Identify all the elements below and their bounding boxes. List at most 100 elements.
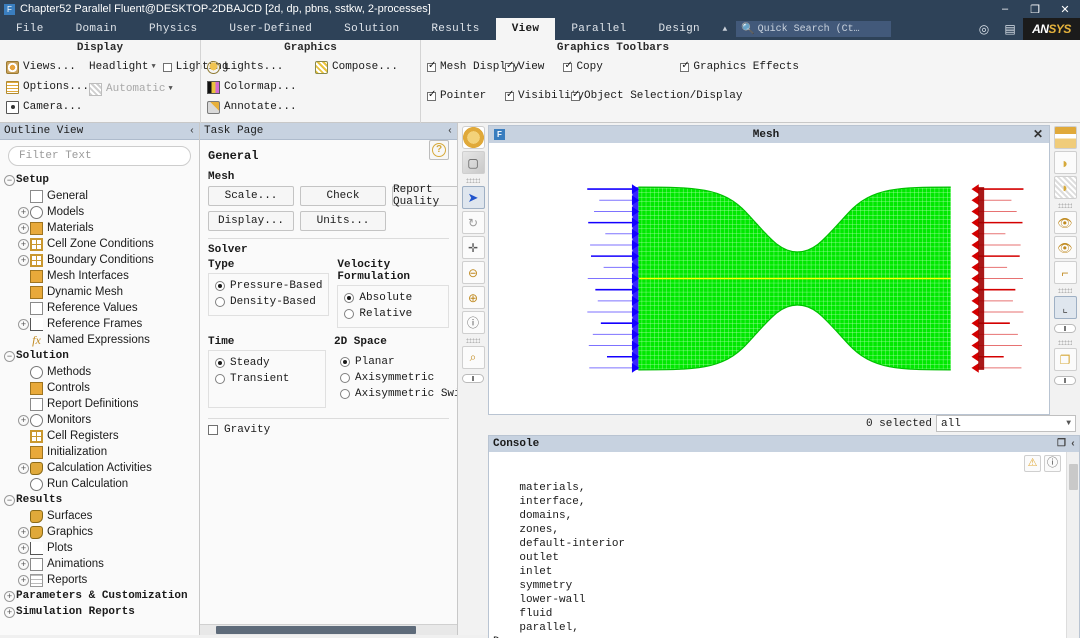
display-button[interactable]: Display... [208, 211, 294, 231]
zoom-in-icon[interactable]: ⊕ [461, 286, 485, 309]
tree-item-plots[interactable]: + Plots [0, 540, 199, 556]
tree-item-animations[interactable]: + Animations [0, 556, 199, 572]
tree-item-models[interactable]: + Models [0, 204, 199, 220]
layers-visibility-icon[interactable] [1053, 126, 1077, 149]
tree-item-initialization[interactable]: Initialization [0, 444, 199, 460]
toolbar-object-selection-checkbox[interactable]: Object Selection/Display [571, 86, 799, 106]
task-page-hscrollbar[interactable] [200, 624, 457, 635]
radio-transient[interactable]: Transient [215, 371, 319, 387]
warning-icon[interactable]: ⚠ [1024, 455, 1041, 472]
chevron-left-icon[interactable]: ‹ [447, 126, 453, 137]
chevron-left-icon[interactable]: ‹ [1070, 439, 1076, 450]
console-scrollbar[interactable]: ▲ [1066, 452, 1079, 638]
ribbon-views-button[interactable]: Views... [6, 57, 89, 77]
scrollbar-thumb[interactable] [1069, 464, 1078, 490]
toolbar-expander[interactable] [1054, 324, 1076, 333]
object-half-icon[interactable]: ◗ [1053, 151, 1077, 174]
expand-icon[interactable]: + [18, 526, 29, 538]
expand-icon[interactable]: + [18, 462, 29, 474]
mesh-display-icon[interactable] [461, 126, 485, 149]
radio-absolute[interactable]: Absolute [344, 290, 442, 306]
undock-icon[interactable]: ❐ [1057, 438, 1066, 450]
rotate-icon[interactable]: ↻ [461, 211, 485, 234]
chevron-left-icon[interactable]: ‹ [189, 126, 195, 137]
mesh-canvas[interactable] [489, 143, 1049, 414]
lighting-checkbox[interactable] [162, 62, 172, 72]
tab-view[interactable]: View [495, 18, 556, 40]
expand-icon[interactable]: + [18, 414, 29, 426]
cube-view-icon[interactable]: ▢ [461, 151, 485, 174]
scale-button[interactable]: Scale... [208, 186, 294, 206]
toolbar-graphics-effects-checkbox[interactable]: Graphics Effects [680, 57, 799, 77]
tab-user-defined[interactable]: User-Defined [213, 18, 328, 40]
tree-item-run-calculation[interactable]: Run Calculation [0, 476, 199, 492]
radio-axisymmetric[interactable]: Axisymmetric [340, 370, 457, 386]
tree-item-boundary-conditions[interactable]: + Boundary Conditions [0, 252, 199, 268]
tree-item-report-definitions[interactable]: Report Definitions [0, 396, 199, 412]
ribbon-headlight-label[interactable]: Headlight [89, 61, 148, 73]
tab-parallel[interactable]: Parallel [555, 18, 642, 40]
pan-icon[interactable]: ✛ [461, 236, 485, 259]
gravity-checkbox[interactable]: Gravity [208, 424, 449, 436]
hide-icon[interactable]: 👁 [1053, 236, 1077, 259]
tree-item-monitors[interactable]: + Monitors [0, 412, 199, 428]
tree-item-cell-registers[interactable]: Cell Registers [0, 428, 199, 444]
tree-item-materials[interactable]: + Materials [0, 220, 199, 236]
tab-domain[interactable]: Domain [60, 18, 133, 40]
tab-file[interactable]: File [0, 18, 60, 40]
expand-icon[interactable]: + [18, 574, 29, 586]
expand-icon[interactable]: + [18, 542, 29, 554]
tree-item-methods[interactable]: Methods [0, 364, 199, 380]
toolbar-copy-checkbox[interactable]: Copy [563, 57, 680, 77]
expand-icon[interactable]: + [4, 606, 15, 618]
expand-icon[interactable]: + [18, 206, 29, 218]
console-output[interactable]: materials, interface, domains, zones, de… [489, 452, 1079, 638]
toolbar-expander[interactable] [1054, 376, 1076, 385]
tab-physics[interactable]: Physics [133, 18, 213, 40]
expand-icon[interactable]: + [18, 222, 29, 234]
probe-info-icon[interactable]: ⓘ [461, 311, 485, 334]
notes-icon[interactable]: ▤ [997, 22, 1023, 37]
scrollbar-thumb[interactable] [216, 626, 416, 634]
ribbon-camera-button[interactable]: Camera... [6, 97, 89, 117]
minimize-button[interactable]: – [990, 0, 1020, 18]
toolbar-grip[interactable] [1058, 340, 1072, 345]
tree-item-reports[interactable]: + Reports [0, 572, 199, 588]
bounds-icon[interactable]: ⌐ [1053, 261, 1077, 284]
tree-item-setup[interactable]: − Setup [0, 172, 199, 188]
expand-icon[interactable]: + [18, 254, 29, 266]
tree-item-named-expressions[interactable]: fx Named Expressions [0, 332, 199, 348]
expand-icon[interactable]: + [18, 238, 29, 250]
tree-item-surfaces[interactable]: Surfaces [0, 508, 199, 524]
tree-item-reference-values[interactable]: Reference Values [0, 300, 199, 316]
chevron-down-icon[interactable]: ▼ [151, 63, 155, 71]
zoom-to-fit-icon[interactable]: ⌕ [461, 346, 485, 369]
report-quality-button[interactable]: Report Quality [392, 184, 457, 208]
tree-item-calculation-activities[interactable]: + Calculation Activities [0, 460, 199, 476]
tree-item-parameters-customization[interactable]: + Parameters & Customization [0, 588, 199, 604]
collapse-icon[interactable]: − [4, 350, 15, 362]
radio-steady[interactable]: Steady [215, 355, 319, 371]
radio-density-based[interactable]: Density-Based [215, 294, 322, 310]
toolbar-grip[interactable] [1058, 288, 1072, 293]
radio-axisymmetric-swirl[interactable]: Axisymmetric Swirl [340, 386, 457, 402]
radio-planar[interactable]: Planar [340, 354, 457, 370]
ribbon-lights-button[interactable]: Lights... [207, 57, 315, 77]
info-icon[interactable]: ⓘ [1044, 455, 1061, 472]
toolbar-view-checkbox[interactable]: View [505, 57, 563, 77]
ribbon-colormap-button[interactable]: Colormap... [207, 77, 315, 97]
help-question-icon[interactable]: ? [429, 140, 449, 160]
expand-icon[interactable]: + [4, 590, 15, 602]
tree-item-mesh-interfaces[interactable]: Mesh Interfaces [0, 268, 199, 284]
radio-relative[interactable]: Relative [344, 306, 442, 322]
tree-item-solution[interactable]: − Solution [0, 348, 199, 364]
check-button[interactable]: Check [300, 186, 386, 206]
toolbar-mesh-display-checkbox[interactable]: Mesh Display [427, 57, 519, 77]
tree-item-dynamic-mesh[interactable]: Dynamic Mesh [0, 284, 199, 300]
tree-item-results[interactable]: − Results [0, 492, 199, 508]
expand-icon[interactable]: + [18, 558, 29, 570]
tree-item-graphics[interactable]: + Graphics [0, 524, 199, 540]
toolbar-grip[interactable] [466, 178, 480, 183]
tree-item-reference-frames[interactable]: + Reference Frames [0, 316, 199, 332]
tab-results[interactable]: Results [415, 18, 495, 40]
